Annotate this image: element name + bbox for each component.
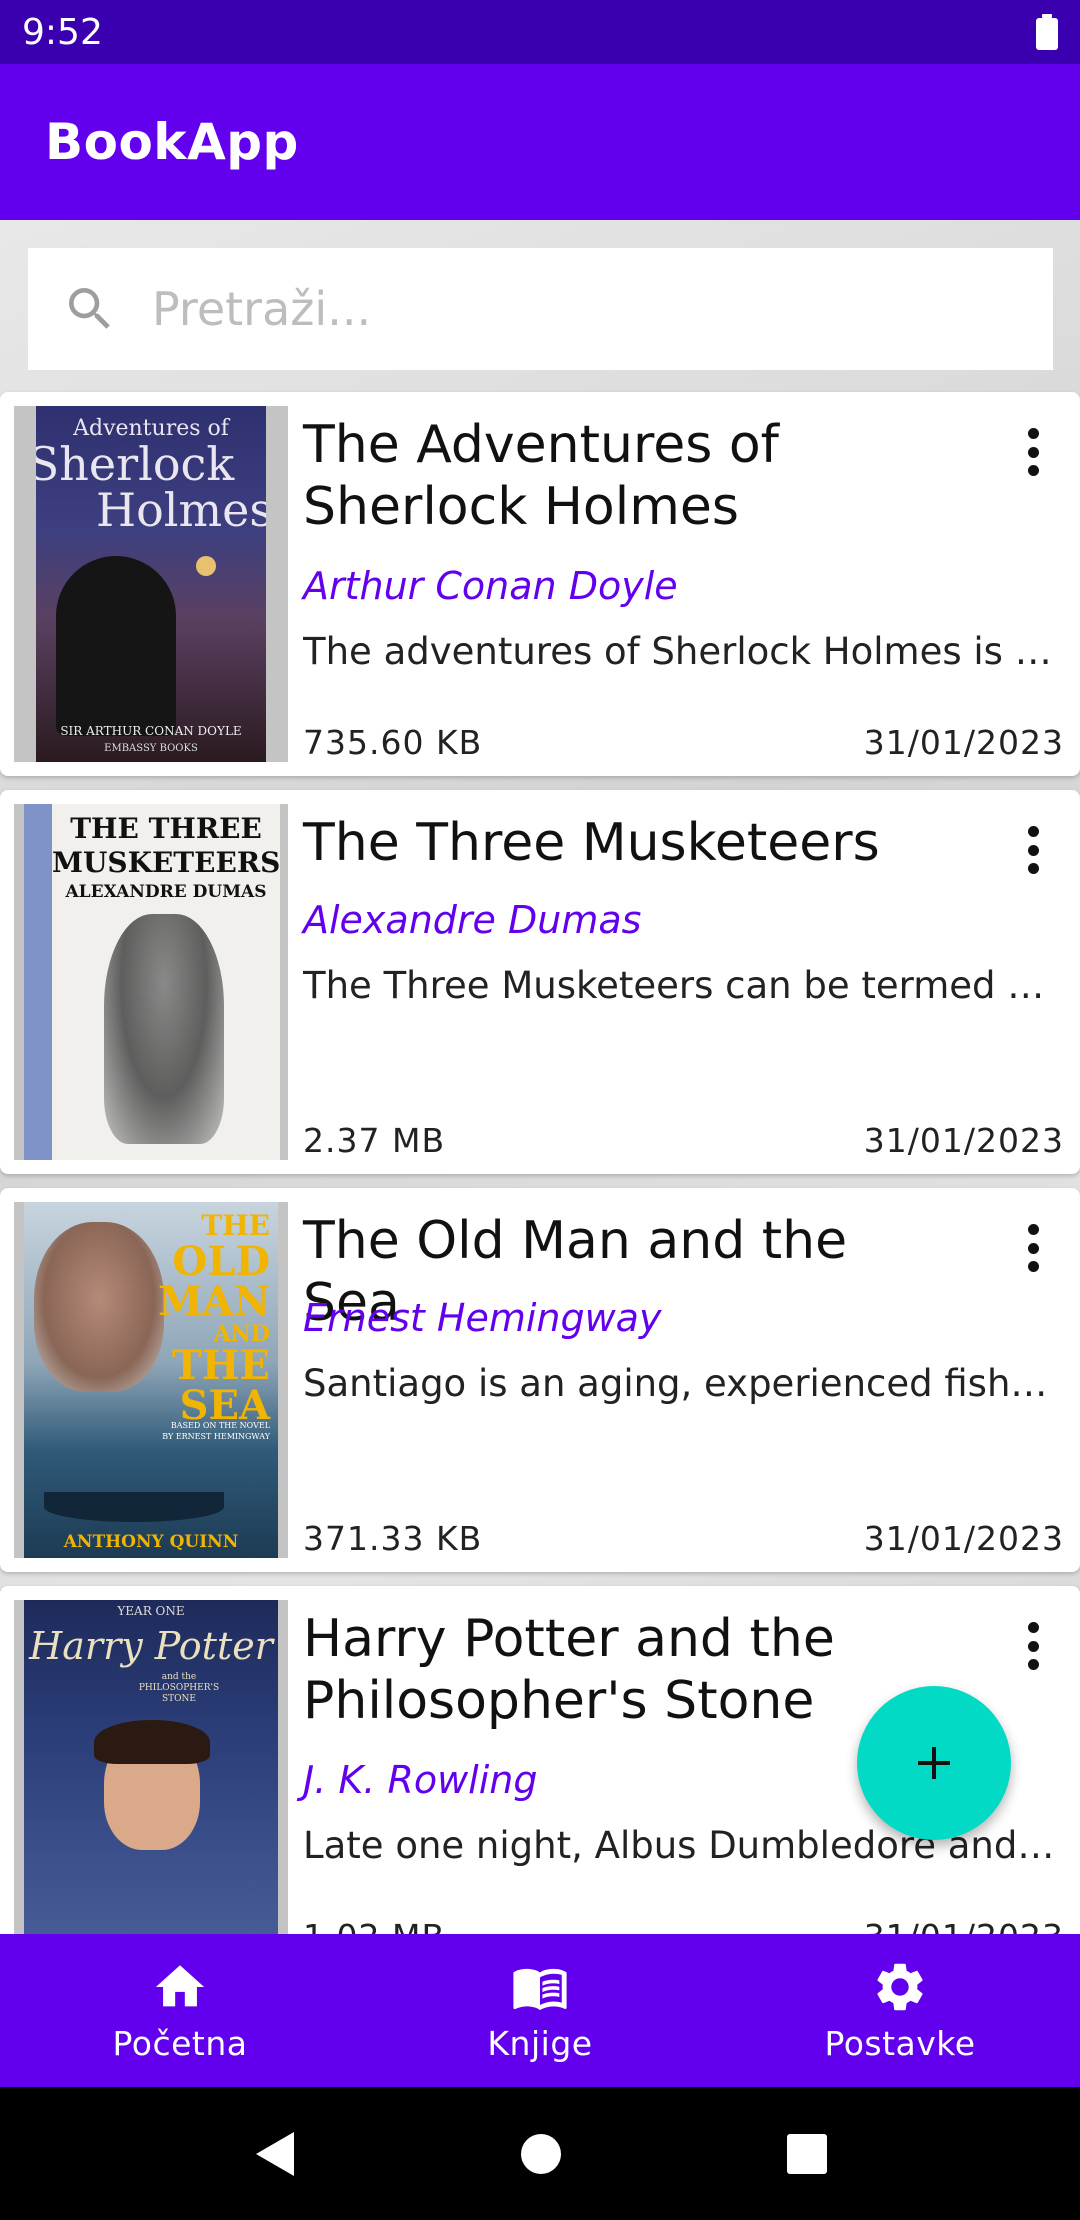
search-input[interactable] <box>152 282 1032 336</box>
book-title: The Adventures of Sherlock Holmes <box>303 415 779 537</box>
book-icon <box>513 1968 567 2010</box>
cover-text: BASED ON THE NOVEL <box>170 1421 270 1430</box>
book-author: Arthur Conan Doyle <box>303 564 678 608</box>
nav-item-settings[interactable]: Postavke <box>720 1934 1080 2087</box>
system-navigation-bar <box>0 2087 1080 2220</box>
book-size: 735.60 KB <box>303 723 483 762</box>
book-size: 1.02 MB <box>303 1917 445 1934</box>
add-book-button[interactable] <box>857 1686 1011 1840</box>
cover-text: PHILOSOPHER'S <box>138 1683 220 1693</box>
book-date: 31/01/2023 <box>863 723 1064 762</box>
book-size: 371.33 KB <box>303 1519 483 1558</box>
book-cover-image: THE OLD MAN AND THE SEA BASED ON THE NOV… <box>24 1202 278 1558</box>
book-description: Santiago is an aging, experienced fisher… <box>303 1362 1065 1405</box>
more-vert-icon[interactable] <box>1026 1224 1040 1272</box>
book-list-screen: Adventures of Sherlock Holmes SIR ARTHUR… <box>0 220 1080 1934</box>
book-date: 31/01/2023 <box>864 1917 1064 1934</box>
gear-icon <box>877 1963 923 2011</box>
book-cover-image: Adventures of Sherlock Holmes SIR ARTHUR… <box>36 406 266 762</box>
book-date: 31/01/2023 <box>863 1519 1064 1558</box>
nav-label: Postavke <box>824 2024 976 2063</box>
more-vert-icon[interactable] <box>1026 428 1040 476</box>
bottom-navigation: Početna Knjige Postavke <box>0 1934 1080 2087</box>
search-box[interactable] <box>28 248 1053 370</box>
search-icon <box>69 288 110 329</box>
cover-text: SIR ARTHUR CONAN DOYLE <box>60 724 242 738</box>
cover-text: THE THREE <box>70 812 262 845</box>
cover-boat <box>44 1492 224 1522</box>
app-bar: BookApp <box>0 64 1080 220</box>
cover-text: OLD <box>172 1238 270 1285</box>
book-card[interactable]: Adventures of Sherlock Holmes SIR ARTHUR… <box>0 392 1080 776</box>
cover-face <box>34 1222 164 1392</box>
book-cover-frame: Adventures of Sherlock Holmes SIR ARTHUR… <box>14 406 288 762</box>
cover-text: Holmes <box>96 483 266 537</box>
status-time: 9:52 <box>22 11 103 53</box>
book-card[interactable]: THE OLD MAN AND THE SEA BASED ON THE NOV… <box>0 1188 1080 1572</box>
cover-spine <box>24 804 52 1160</box>
book-description: The Three Musketeers can be termed as a … <box>303 964 1065 1007</box>
nav-item-home[interactable]: Početna <box>0 1934 360 2087</box>
book-cover-image: YEAR ONE Harry Potter and the PHILOSOPHE… <box>24 1600 278 1934</box>
cover-illustration <box>104 914 224 1144</box>
cover-text: STONE <box>162 1694 196 1704</box>
cover-text: and the <box>161 1672 197 1682</box>
home-circle-icon[interactable] <box>519 2132 563 2176</box>
cover-figure <box>56 556 176 736</box>
battery-full-icon <box>1036 14 1058 50</box>
app-title: BookApp <box>45 113 299 171</box>
cover-text: Harry Potter <box>29 1624 273 1668</box>
book-cover-frame: YEAR ONE Harry Potter and the PHILOSOPHE… <box>14 1600 288 1934</box>
book-date: 31/01/2023 <box>863 1121 1064 1160</box>
plus-icon <box>918 1747 950 1779</box>
cover-text: MAN <box>158 1278 270 1325</box>
nav-label: Početna <box>112 2024 248 2063</box>
book-cover-frame: THE THREE MUSKETEERS ALEXANDRE DUMAS <box>14 804 288 1160</box>
cover-hair <box>94 1720 210 1764</box>
recents-icon[interactable] <box>786 2133 828 2175</box>
cover-text: YEAR ONE <box>117 1604 185 1618</box>
cover-text: MUSKETEERS <box>52 846 280 879</box>
book-size: 2.37 MB <box>303 1121 446 1160</box>
book-description: The adventures of Sherlock Holmes is a c… <box>303 630 1065 673</box>
book-card[interactable]: THE THREE MUSKETEERS ALEXANDRE DUMAS The… <box>0 790 1080 1174</box>
cover-text: ANTHONY QUINN <box>63 1532 239 1552</box>
cover-text: ALEXANDRE DUMAS <box>65 882 267 902</box>
cover-text: EMBASSY BOOKS <box>104 743 198 754</box>
book-author: Alexandre Dumas <box>303 898 642 942</box>
back-icon[interactable] <box>252 2130 296 2178</box>
cover-lamp <box>196 556 216 576</box>
cover-text: THE <box>171 1342 270 1389</box>
book-title: The Three Musketeers <box>303 813 880 873</box>
cover-text: Sherlock <box>36 437 235 491</box>
book-cover-frame: THE OLD MAN AND THE SEA BASED ON THE NOV… <box>14 1202 288 1558</box>
cover-text: BY ERNEST HEMINGWAY <box>162 1432 270 1441</box>
book-cover-image: THE THREE MUSKETEERS ALEXANDRE DUMAS <box>24 804 280 1160</box>
more-vert-icon[interactable] <box>1026 1622 1040 1670</box>
more-vert-icon[interactable] <box>1026 826 1040 874</box>
book-author: Ernest Hemingway <box>303 1296 662 1340</box>
nav-item-books[interactable]: Knjige <box>360 1934 720 2087</box>
home-icon <box>155 1965 205 2007</box>
status-bar: 9:52 <box>0 0 1080 64</box>
nav-label: Knjige <box>487 2024 593 2063</box>
book-title: Harry Potter and the Philosopher's Stone <box>303 1609 835 1731</box>
